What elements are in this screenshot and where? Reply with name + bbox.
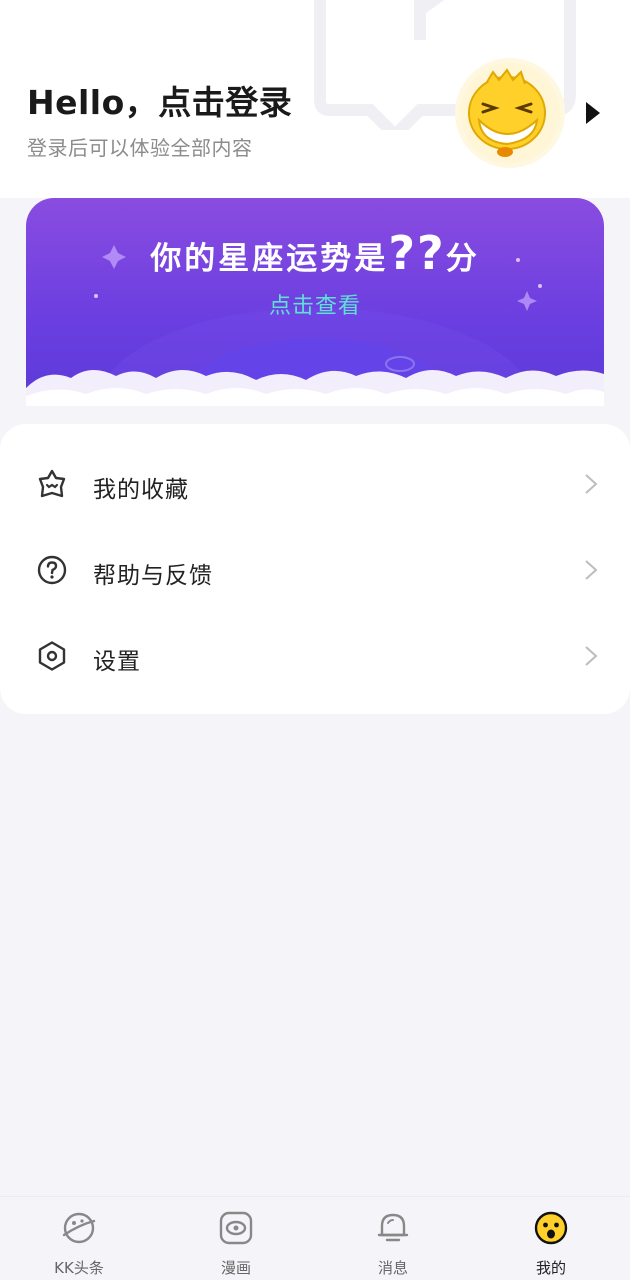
tab-mine[interactable]: 我的 xyxy=(491,1197,611,1280)
horoscope-score: ?? xyxy=(388,226,446,280)
tab-label: 我的 xyxy=(535,1259,566,1277)
chevron-right-icon xyxy=(585,474,598,494)
tab-comics[interactable]: 漫画 xyxy=(176,1197,296,1280)
tab-label: KK头条 xyxy=(54,1259,104,1277)
bell-icon xyxy=(377,1213,409,1242)
tab-messages[interactable]: 消息 xyxy=(333,1197,453,1280)
menu-item-label: 设置 xyxy=(93,649,141,675)
horoscope-title-prefix: 你的星座运势是 xyxy=(150,241,389,277)
menu-card: 我的收藏 帮助与反馈 设置 xyxy=(0,424,630,714)
menu-item-label: 我的收藏 xyxy=(93,477,189,503)
smiley-face-icon xyxy=(534,1211,568,1245)
menu-item-settings[interactable]: 设置 xyxy=(0,613,630,699)
smiley-mascot-icon xyxy=(460,63,560,163)
favorite-star-icon xyxy=(38,469,66,498)
horoscope-title-suffix: 分 xyxy=(445,241,480,277)
horoscope-title: 你的星座运势是??分 xyxy=(0,226,630,280)
caret-right-icon[interactable] xyxy=(584,100,602,126)
tab-label: 漫画 xyxy=(220,1259,251,1277)
menu-item-label: 帮助与反馈 xyxy=(93,563,213,589)
login-title[interactable]: Hello，点击登录 xyxy=(27,76,292,124)
settings-hexagon-icon xyxy=(38,641,66,671)
bottom-tab-bar: KK头条 漫画 消息 我的 xyxy=(0,1196,630,1280)
tab-kk-headlines[interactable]: KK头条 xyxy=(19,1197,139,1280)
chevron-right-icon xyxy=(585,646,598,666)
help-question-icon xyxy=(37,555,67,585)
menu-item-help-feedback[interactable]: 帮助与反馈 xyxy=(0,527,630,613)
tab-label: 消息 xyxy=(377,1259,408,1277)
planet-icon xyxy=(62,1212,96,1244)
eye-frame-icon xyxy=(219,1211,253,1245)
avatar[interactable] xyxy=(455,58,565,168)
menu-item-favorites[interactable]: 我的收藏 xyxy=(0,441,630,527)
horoscope-view-button[interactable]: 点击查看 xyxy=(0,288,630,320)
login-subtitle: 登录后可以体验全部内容 xyxy=(27,136,253,160)
chevron-right-icon xyxy=(585,560,598,580)
profile-header[interactable]: Hello，点击登录 登录后可以体验全部内容 xyxy=(0,0,630,198)
